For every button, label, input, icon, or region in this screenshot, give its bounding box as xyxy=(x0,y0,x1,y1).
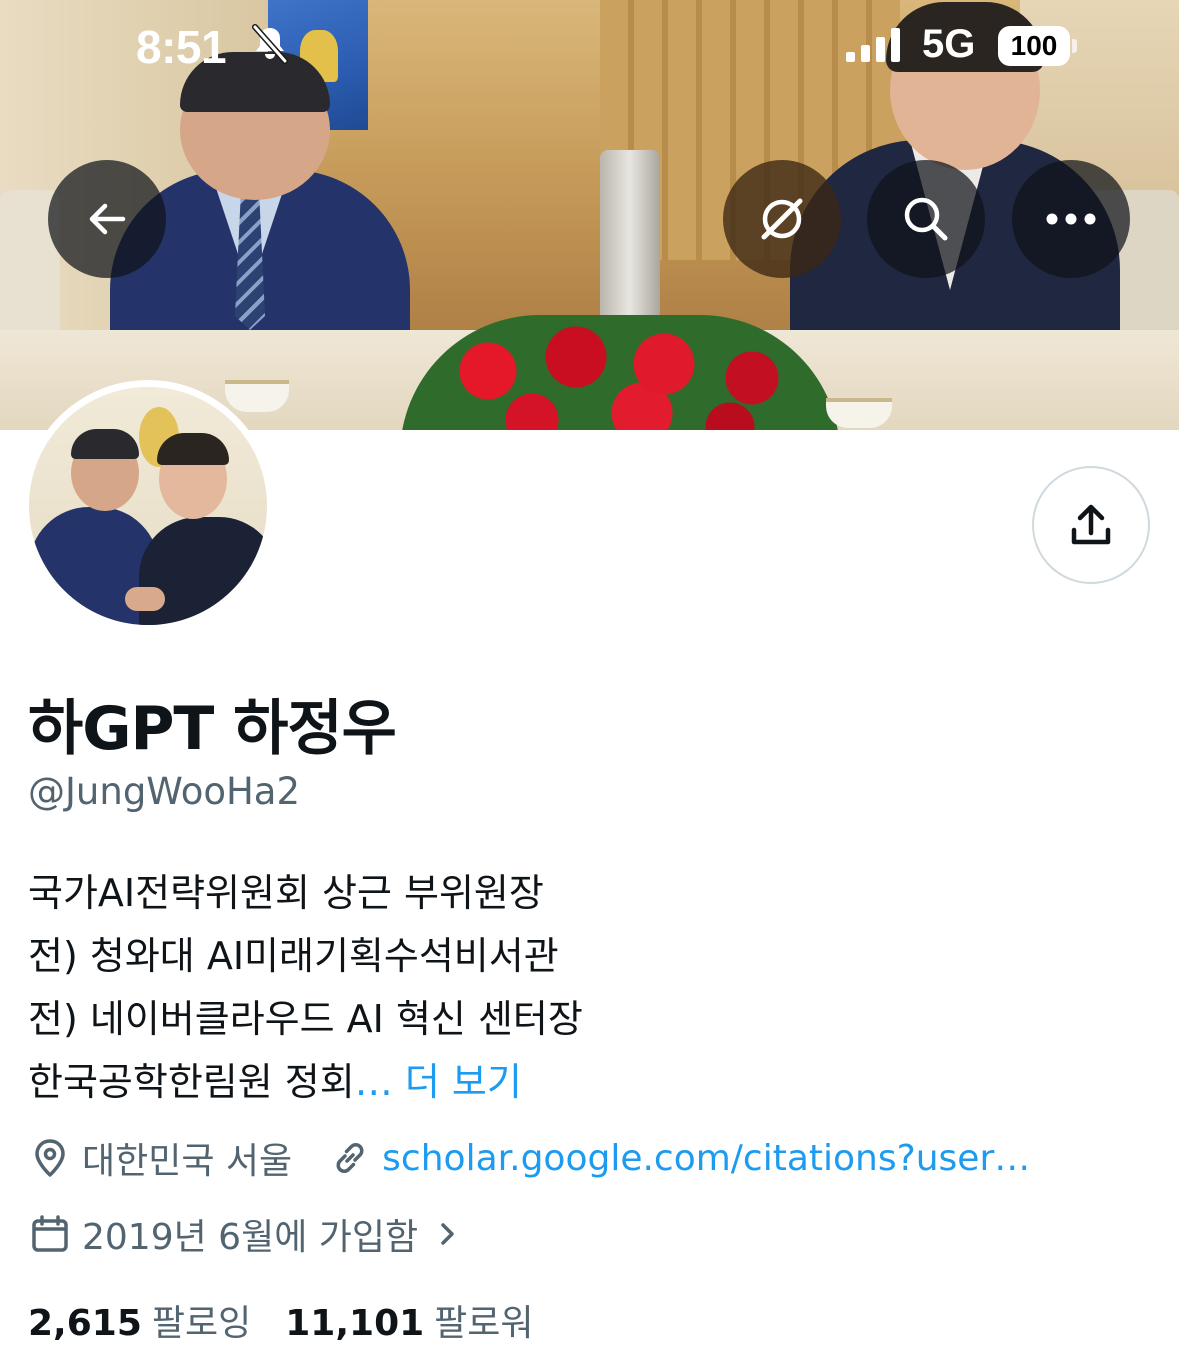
calendar-icon xyxy=(32,1215,68,1252)
username-handle: @JungWooHa2 xyxy=(28,770,301,813)
joined-row[interactable]: 2019년 6월에 가입함 xyxy=(28,1208,462,1260)
search-icon xyxy=(904,197,948,241)
followers-link[interactable]: 11,101 팔로워 xyxy=(285,1294,533,1346)
bio-line-text: 한국공학한림원 정회 xyxy=(28,1060,355,1104)
bio-line: 전) 네이버클라우드 AI 혁신 센터장 xyxy=(28,997,583,1041)
more-icon xyxy=(1046,213,1096,225)
battery-level: 100 xyxy=(998,26,1070,66)
following-count: 2,615 xyxy=(28,1303,142,1344)
profile-meta-row: 대한민국 서울 scholar.google.com/citations?use… xyxy=(28,1132,1030,1184)
grok-button[interactable] xyxy=(723,160,841,278)
battery-icon: 100 xyxy=(998,26,1078,66)
status-time: 8:51 xyxy=(136,21,227,73)
bio-line-last: 한국공학한림원 정회… 더 보기 xyxy=(28,1051,1148,1114)
link-icon xyxy=(336,1143,364,1173)
banner-teacup xyxy=(826,398,892,428)
grok-icon xyxy=(761,198,803,240)
followers-label: 팔로워 xyxy=(434,1303,534,1344)
share-button[interactable] xyxy=(1032,466,1150,584)
show-more-link[interactable]: 더 보기 xyxy=(405,1060,522,1104)
display-name: 하GPT 하정우 xyxy=(28,694,397,764)
following-link[interactable]: 2,615 팔로잉 xyxy=(28,1294,251,1346)
location-text: 대한민국 서울 xyxy=(82,1141,293,1182)
silent-bell-icon xyxy=(252,24,288,64)
joined-date: 2019년 6월에 가입함 xyxy=(82,1217,419,1258)
followers-count: 11,101 xyxy=(285,1303,425,1344)
signal-icon xyxy=(846,28,900,62)
back-button[interactable] xyxy=(48,160,166,278)
location-pin-icon xyxy=(35,1139,65,1177)
bio-line: 국가AI전략위원회 상근 부위원장 xyxy=(28,871,544,915)
website-link[interactable]: scholar.google.com/citations?user… xyxy=(382,1138,1030,1179)
share-icon xyxy=(1071,504,1111,545)
search-button[interactable] xyxy=(867,160,985,278)
bio-ellipsis: … xyxy=(354,1060,393,1104)
chevron-right-icon xyxy=(441,1223,454,1245)
profile-bio: 국가AI전략위원회 상근 부위원장 전) 청와대 AI미래기획수석비서관 전) … xyxy=(28,862,1148,1114)
following-label: 팔로잉 xyxy=(151,1303,252,1344)
bio-line: 전) 청와대 AI미래기획수석비서관 xyxy=(28,934,559,978)
banner-teacup xyxy=(225,380,289,412)
profile-avatar[interactable] xyxy=(22,380,274,632)
follow-stats: 2,615 팔로잉 11,101 팔로워 xyxy=(28,1294,534,1346)
more-button[interactable] xyxy=(1012,160,1130,278)
back-arrow-icon xyxy=(89,203,126,235)
network-label: 5G xyxy=(922,22,976,66)
